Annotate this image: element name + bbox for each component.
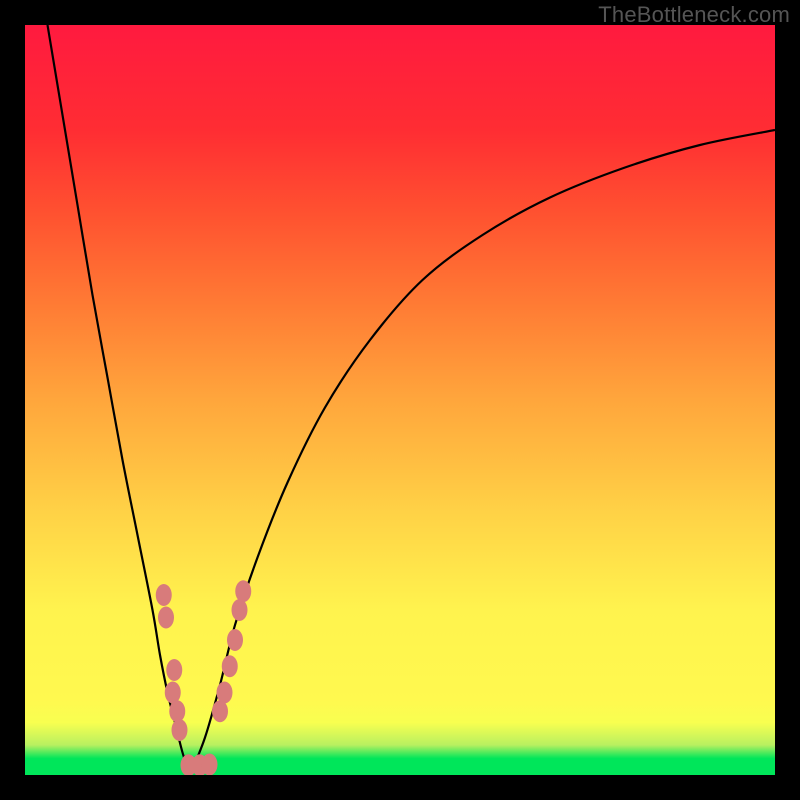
marker-point [169, 700, 185, 722]
curve-right-arm [190, 130, 775, 775]
marker-point [166, 659, 182, 681]
curve-layer [25, 25, 775, 775]
marker-point [165, 682, 181, 704]
marker-point [227, 629, 243, 651]
plot-area [25, 25, 775, 775]
marker-point [232, 599, 248, 621]
watermark-text: TheBottleneck.com [598, 2, 790, 28]
marker-point [217, 682, 233, 704]
marker-point [212, 700, 228, 722]
marker-group [156, 580, 252, 775]
outer-frame: TheBottleneck.com [0, 0, 800, 800]
marker-point [158, 607, 174, 629]
marker-point [235, 580, 251, 602]
marker-point [172, 719, 188, 741]
marker-point [202, 754, 218, 776]
marker-point [222, 655, 238, 677]
marker-point [156, 584, 172, 606]
